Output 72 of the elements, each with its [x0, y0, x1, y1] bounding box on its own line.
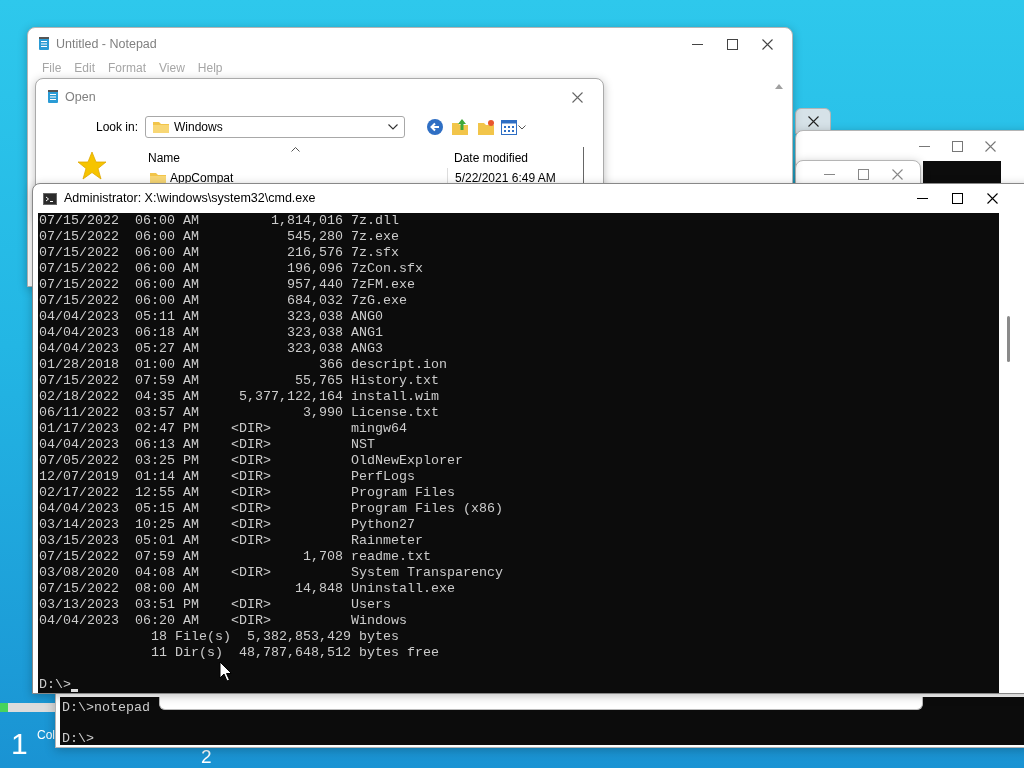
console-line: 07/15/2022 08:00 AM 14,848 Uninstall.exe: [39, 581, 455, 597]
star-icon[interactable]: [77, 151, 107, 180]
maximize-icon: [951, 193, 963, 204]
console-line: 07/15/2022 07:59 AM 1,708 readme.txt: [39, 549, 431, 565]
console-line: 04/04/2023 05:15 AM <DIR> Program Files (x86): [39, 501, 503, 517]
console-line: 06/11/2022 03:57 AM 3,990 License.txt: [39, 405, 439, 421]
console-line: 01/17/2023 02:47 PM <DIR> mingw64: [39, 421, 407, 437]
file-name: AppCompat: [170, 170, 234, 187]
desktop-label: 1: [11, 728, 28, 760]
back-button[interactable]: [425, 117, 446, 137]
console-line: 04/04/2023 05:27 AM 323,038 ANG3: [39, 341, 383, 357]
console-line: 04/04/2023 06:18 AM 323,038 ANG1: [39, 325, 383, 341]
console-line: 04/04/2023 06:20 AM <DIR> Windows: [39, 613, 407, 629]
folder-up-icon: [451, 118, 470, 137]
text-cursor: [71, 689, 78, 692]
scroll-up-icon[interactable]: [775, 84, 783, 89]
desktop-label: Col: [37, 727, 55, 744]
desktop-label: 2: [201, 746, 212, 767]
maximize-icon: [857, 168, 869, 180]
console-line: 03/13/2023 03:51 PM <DIR> Users: [39, 597, 391, 613]
console-line: 04/04/2023 05:11 AM 323,038 ANG0: [39, 309, 383, 325]
console-line: 07/15/2022 06:00 AM 216,576 7z.sfx: [39, 245, 399, 261]
column-header[interactable]: Date modified: [447, 149, 583, 167]
column-header[interactable]: Name: [142, 149, 447, 167]
console-line: 07/15/2022 06:00 AM 957,440 7zFM.exe: [39, 277, 415, 293]
console-line: D:\>: [39, 677, 71, 693]
notepad-icon: [38, 37, 50, 51]
maximize-icon: [952, 140, 963, 152]
console-line: 12/07/2019 01:14 AM <DIR> PerfLogs: [39, 469, 415, 485]
console-line: D:\>notepad: [62, 700, 150, 716]
console-line: 07/15/2022 06:00 AM 684,032 7zG.exe: [39, 293, 407, 309]
terminal-icon: [43, 192, 57, 205]
notepad-icon: [47, 90, 59, 104]
dropdown-value: Windows: [174, 119, 223, 136]
look-in-label: Look in:: [96, 119, 139, 136]
close-icon: [986, 193, 998, 204]
console-line: 11 Dir(s) 48,787,648,512 bytes free: [149, 645, 439, 661]
console-line: 04/04/2023 06:13 AM <DIR> NST: [39, 437, 375, 453]
console-line: 01/28/2018 01:00 AM 366 descript.ion: [39, 357, 447, 373]
console-line: 03/08/2020 04:08 AM <DIR> System Transparency: [39, 565, 503, 581]
scrollbar-thumb[interactable]: [1007, 316, 1010, 362]
new-folder-icon: [477, 118, 496, 137]
console-line: 07/15/2022 06:00 AM 196,096 7zCon.sfx: [39, 261, 423, 277]
console-line: 07/05/2022 03:25 PM <DIR> OldNewExplorer: [39, 453, 463, 469]
file-row-name[interactable]: AppCompat: [142, 169, 447, 187]
dialog-title: Open: [65, 88, 96, 106]
close-icon: [891, 168, 903, 180]
chevron-down-icon: [388, 124, 399, 130]
console-line: 03/14/2023 10:25 AM <DIR> Python27: [39, 517, 415, 533]
close-icon: [571, 91, 583, 103]
window-title: Untitled - Notepad: [56, 35, 157, 53]
console-line: 07/15/2022 07:59 AM 55,765 History.txt: [39, 373, 439, 389]
console-line: 02/18/2022 04:35 AM 5,377,122,164 install.wim: [39, 389, 439, 405]
window-title: Administrator: X:\windows\system32\cmd.exe: [64, 190, 316, 208]
console-line: 18 File(s) 5,382,853,429 bytes: [149, 629, 399, 645]
maximize-icon: [726, 38, 738, 50]
desktop-strip: [0, 703, 55, 712]
cursor-icon: [219, 661, 233, 682]
console-line: D:\>: [62, 731, 94, 747]
close-icon: [985, 140, 996, 152]
sort-caret-icon: [291, 147, 300, 152]
console-line: 03/15/2023 05:01 AM <DIR> Rainmeter: [39, 533, 423, 549]
close-icon: [761, 38, 773, 50]
console-line: 02/17/2022 12:55 AM <DIR> Program Files: [39, 485, 455, 501]
console-line: 07/15/2022 06:00 AM 1,814,016 7z.dll: [39, 213, 399, 229]
folder-icon: [152, 120, 171, 134]
console-line: 07/15/2022 06:00 AM 545,280 7z.exe: [39, 229, 399, 245]
look-in-dropdown[interactable]: Windows: [145, 116, 406, 138]
caret-icon: [518, 124, 527, 130]
folder-icon: [149, 171, 167, 185]
grid-view-icon: [501, 119, 518, 135]
close-icon: [807, 115, 819, 127]
